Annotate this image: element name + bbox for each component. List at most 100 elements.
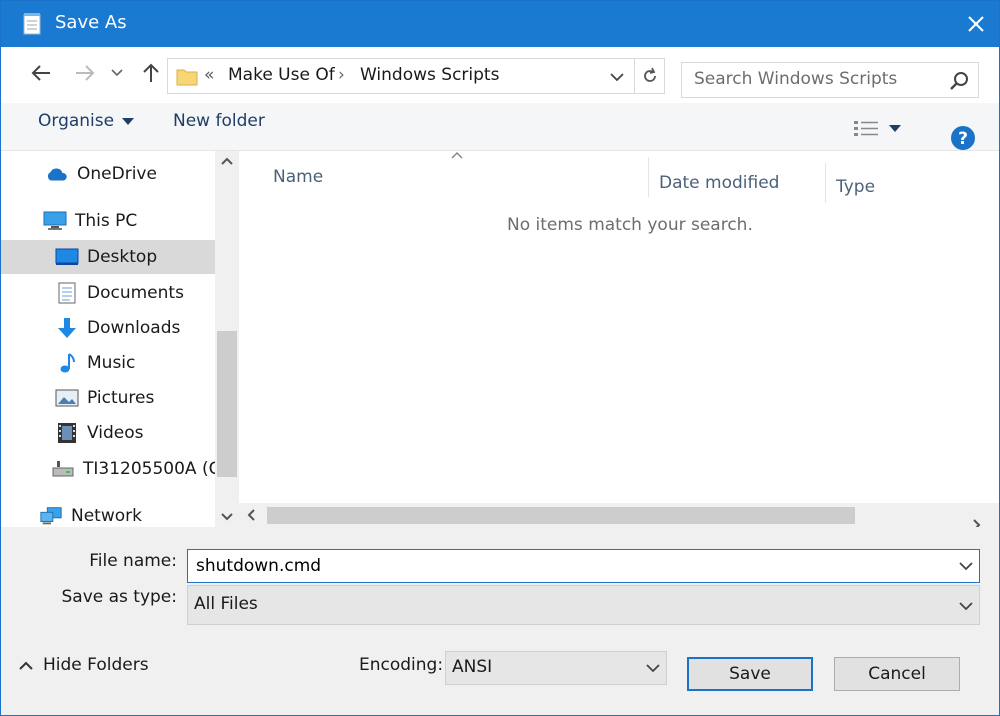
cancel-button[interactable]: Cancel <box>834 657 960 691</box>
up-button[interactable] <box>137 59 165 87</box>
address-dropdown-button[interactable] <box>604 64 630 90</box>
save-as-type-label: Save as type: <box>61 587 177 607</box>
encoding-select[interactable]: ANSI <box>445 651 667 685</box>
hide-folders-label: Hide Folders <box>43 655 149 675</box>
sidebar-item-pictures[interactable]: Pictures <box>1 381 215 415</box>
breadcrumb-overflow[interactable]: « <box>204 65 214 85</box>
caret-down-icon <box>889 124 901 132</box>
help-icon: ? <box>951 126 975 150</box>
sidebar-item-label: Pictures <box>87 388 155 408</box>
refresh-icon <box>643 67 656 82</box>
file-list-pane: Name Date modified Type No items match y… <box>239 151 999 531</box>
file-name-field[interactable] <box>187 549 980 583</box>
search-box[interactable]: Search Windows Scripts <box>681 62 979 98</box>
drive-icon <box>51 458 75 480</box>
caret-down-icon <box>122 117 135 125</box>
navigation-pane: OneDrive This PC Desktop Documents Downl… <box>1 151 239 527</box>
chevron-left-icon[interactable] <box>247 509 255 521</box>
address-row: « Make Use Of › Windows Scripts Search W… <box>1 47 999 103</box>
save-as-type-value: All Files <box>194 594 258 614</box>
encoding-label: Encoding: <box>359 655 444 675</box>
recent-locations-button[interactable] <box>107 59 127 87</box>
sidebar-item-documents[interactable]: Documents <box>1 276 215 310</box>
sidebar-item-onedrive[interactable]: OneDrive <box>1 157 215 191</box>
empty-folder-message: No items match your search. <box>507 215 753 235</box>
breadcrumb-separator: › <box>338 65 345 85</box>
encoding-value: ANSI <box>452 657 493 677</box>
sidebar-item-music[interactable]: Music <box>1 346 215 380</box>
chevron-down-icon <box>646 664 660 673</box>
chevron-up-icon <box>19 661 33 670</box>
sidebar-item-desktop[interactable]: Desktop <box>1 240 215 274</box>
scrollbar-thumb[interactable] <box>217 331 237 477</box>
chevron-down-icon[interactable] <box>221 513 233 521</box>
sidebar-item-label: Desktop <box>87 247 158 267</box>
arrow-up-icon <box>143 63 159 82</box>
chevron-down-icon[interactable] <box>959 562 973 571</box>
refresh-button[interactable] <box>634 59 664 93</box>
chevron-down-icon <box>610 72 624 81</box>
column-header-label: Date modified <box>659 173 780 193</box>
sidebar-item-label: Downloads <box>87 318 181 338</box>
file-name-input[interactable] <box>196 554 946 578</box>
chevron-down-icon <box>959 602 973 611</box>
window-title: Save As <box>55 12 127 33</box>
sidebar-item-videos[interactable]: Videos <box>1 416 215 450</box>
column-header-label: Name <box>273 167 324 187</box>
onedrive-icon <box>45 163 69 185</box>
pictures-icon <box>55 387 79 409</box>
organise-label: Organise <box>38 111 115 131</box>
desktop-icon <box>55 246 79 268</box>
notepad-icon <box>23 13 41 35</box>
breadcrumb-make-use-of[interactable]: Make Use Of <box>228 65 335 85</box>
videos-icon <box>55 422 79 444</box>
new-folder-button[interactable]: New folder <box>173 111 265 131</box>
back-button[interactable] <box>27 59 55 87</box>
scrollbar-thumb[interactable] <box>267 507 855 524</box>
search-icon[interactable] <box>948 70 970 92</box>
sidebar-item-label: Music <box>87 353 136 373</box>
close-icon <box>968 16 984 32</box>
search-placeholder[interactable]: Search Windows Scripts <box>694 69 897 89</box>
sidebar-item-label: This PC <box>75 211 138 231</box>
downloads-icon <box>55 317 79 339</box>
arrow-left-icon <box>31 65 50 81</box>
sidebar-item-label: Network <box>71 506 142 526</box>
sidebar-item-downloads[interactable]: Downloads <box>1 311 215 345</box>
hide-folders-button[interactable]: Hide Folders <box>19 655 149 675</box>
save-button[interactable]: Save <box>687 657 813 691</box>
organise-menu[interactable]: Organise <box>38 111 135 131</box>
sidebar-item-label: TI31205500A (C:) <box>83 459 233 479</box>
save-options-panel: File name: Save as type: All Files Hide … <box>1 527 999 715</box>
forward-button[interactable] <box>71 59 99 87</box>
sidebar-item-label: Videos <box>87 423 144 443</box>
sidebar-item-drive-c[interactable]: TI31205500A (C:) <box>1 452 233 486</box>
network-icon <box>39 505 63 527</box>
command-bar: Organise New folder <box>1 103 999 151</box>
music-icon <box>55 352 79 374</box>
file-name-label: File name: <box>89 551 177 571</box>
horizontal-scrollbar[interactable] <box>239 503 999 531</box>
computer-icon <box>43 210 67 232</box>
details-view-icon <box>854 121 878 136</box>
breadcrumb-windows-scripts[interactable]: Windows Scripts <box>360 65 499 85</box>
sidebar-item-label: OneDrive <box>77 164 157 184</box>
column-header-type[interactable]: Type <box>826 167 986 207</box>
column-header-name[interactable]: Name <box>263 157 649 197</box>
chevron-up-icon[interactable] <box>221 157 233 165</box>
sidebar-item-label: Documents <box>87 283 184 303</box>
change-view-button[interactable] <box>853 115 913 141</box>
sidebar-item-this-pc[interactable]: This PC <box>1 204 215 238</box>
arrow-right-icon <box>76 65 95 81</box>
svg-text:?: ? <box>958 129 968 149</box>
close-button[interactable] <box>953 1 999 47</box>
title-bar: Save As <box>1 1 999 47</box>
address-bar[interactable]: « Make Use Of › Windows Scripts <box>167 58 665 94</box>
save-as-type-select[interactable]: All Files <box>187 585 980 625</box>
navigation-scrollbar[interactable] <box>215 151 239 527</box>
column-header-label: Type <box>836 177 876 197</box>
sidebar-item-network[interactable]: Network <box>1 499 215 527</box>
chevron-down-icon <box>111 69 123 77</box>
save-as-dialog: Save As « Make Use Of › Windows Scripts … <box>0 0 1000 716</box>
column-header-date-modified[interactable]: Date modified <box>649 163 826 203</box>
